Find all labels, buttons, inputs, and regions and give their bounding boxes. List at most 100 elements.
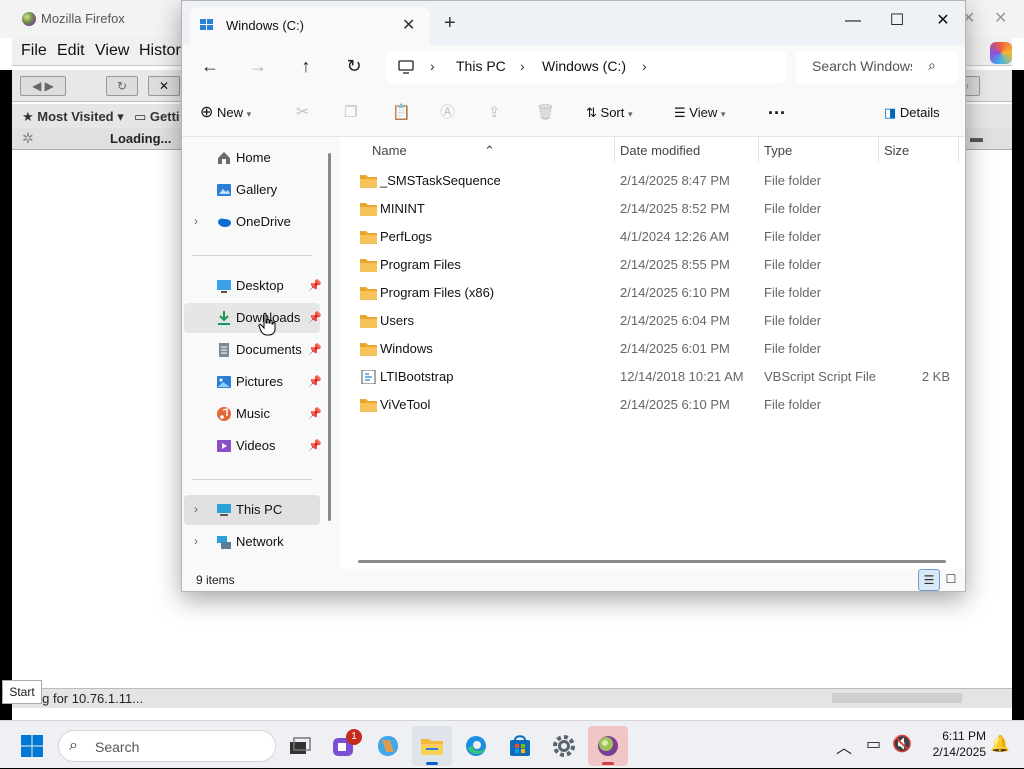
details-view-icon[interactable]: ☰ (918, 569, 940, 591)
file-row[interactable]: Program Files 2/14/2025 8:55 PM File folde… (350, 251, 962, 279)
new-tab-icon[interactable]: + (444, 13, 456, 33)
breadcrumb-windows-c[interactable]: Windows (C:) (542, 58, 626, 74)
script-file-icon (361, 370, 376, 384)
nav-item-downloads[interactable]: Downloads 📌 (184, 303, 322, 333)
more-options-icon[interactable]: ··· (768, 101, 786, 125)
file-row[interactable]: Users 2/14/2025 6:04 PM File folder (350, 307, 962, 335)
chevron-right-icon: › (520, 58, 525, 74)
pin-icon[interactable]: 📌 (308, 407, 322, 420)
view-button[interactable]: ☰ View ▾ (674, 101, 725, 125)
stop-icon[interactable]: ✕ (148, 76, 180, 96)
network-status-icon[interactable]: ▭ (866, 734, 881, 754)
nav-item-pictures[interactable]: Pictures 📌 (184, 367, 322, 397)
edge-icon[interactable] (456, 726, 496, 766)
downloads-icon (218, 311, 230, 325)
search-input[interactable]: Search Windows (C:) ⌕ (796, 51, 958, 83)
file-row[interactable]: _SMSTaskSequence 2/14/2025 8:47 PM File fo… (350, 167, 962, 195)
chevron-down-icon: ▾ (628, 109, 633, 119)
pin-icon[interactable]: 📌 (308, 375, 322, 388)
firefox-taskbar-icon[interactable] (588, 726, 628, 766)
file-row[interactable]: Windows 2/14/2025 6:01 PM File folder (350, 335, 962, 363)
tab-close-icon[interactable]: ✕ (402, 15, 415, 35)
column-date[interactable]: Date modified (620, 143, 700, 158)
bookmark-getting-started[interactable]: ▭ Getti (134, 109, 180, 125)
file-type: File folder (764, 397, 822, 412)
forward-icon[interactable]: → (246, 55, 270, 79)
new-button[interactable]: ⊕ New ▾ (200, 101, 251, 125)
videos-icon (217, 440, 231, 452)
firefox-tab-label[interactable]: Loading... (110, 131, 171, 146)
nav-item-videos[interactable]: Videos 📌 (184, 431, 322, 461)
delete-icon[interactable]: 🗑 (536, 101, 555, 125)
reload-icon[interactable]: ↻ (106, 76, 138, 96)
chevron-right-icon[interactable]: › (194, 502, 198, 516)
back-icon[interactable]: ← (198, 55, 222, 79)
teams-chat-icon[interactable]: 1 (324, 726, 364, 766)
task-view-icon[interactable] (280, 726, 320, 766)
tiles-view-icon[interactable]: ☐ (940, 569, 962, 591)
column-size[interactable]: Size (884, 143, 909, 158)
column-name[interactable]: Name (372, 143, 407, 158)
volume-muted-icon[interactable]: 🔇 (892, 734, 912, 754)
refresh-icon[interactable]: ↻ (342, 55, 366, 79)
chevron-right-icon[interactable]: › (194, 534, 198, 548)
pin-icon[interactable]: 📌 (308, 439, 322, 452)
column-type[interactable]: Type (764, 143, 792, 158)
menu-view[interactable]: View (95, 42, 129, 60)
firefox-close-icon-2[interactable]: ✕ (994, 8, 1007, 28)
file-row[interactable]: LTIBootstrap 12/14/2018 10:21 AM VBScript … (350, 363, 962, 391)
status-scroll[interactable] (832, 693, 962, 703)
nav-item-network[interactable]: › Network (184, 527, 320, 557)
chevron-right-icon[interactable]: › (642, 58, 647, 74)
file-row[interactable]: PerfLogs 4/1/2024 12:26 AM File folder (350, 223, 962, 251)
share-icon[interactable]: ⇪ (488, 101, 501, 125)
tab-list-icon[interactable]: ▬ (970, 130, 983, 145)
nav-item-onedrive[interactable]: › OneDrive (184, 207, 320, 237)
nav-item-gallery[interactable]: Gallery (184, 175, 320, 205)
rename-icon[interactable]: Ⓐ (440, 101, 455, 125)
file-row[interactable]: Program Files (x86) 2/14/2025 6:10 PM File… (350, 279, 962, 307)
nav-item-desktop[interactable]: Desktop 📌 (184, 271, 322, 301)
explorer-tab[interactable]: Windows (C:) ✕ (190, 7, 430, 45)
copy-icon[interactable]: ❐ (344, 101, 357, 125)
search-icon[interactable]: ⌕ (928, 57, 936, 74)
chevron-right-icon[interactable]: › (194, 214, 198, 228)
file-row[interactable]: MININT 2/14/2025 8:52 PM File folder (350, 195, 962, 223)
windows-start-icon[interactable] (20, 734, 44, 758)
nav-item-music[interactable]: Music 📌 (184, 399, 322, 429)
nav-scrollbar[interactable] (328, 153, 331, 521)
menu-history[interactable]: Histor (139, 42, 181, 60)
up-icon[interactable]: ↑ (294, 55, 318, 79)
nav-item-documents[interactable]: Documents 📌 (184, 335, 322, 365)
settings-gear-icon[interactable] (544, 726, 584, 766)
store-icon[interactable] (500, 726, 540, 766)
pin-icon[interactable]: 📌 (308, 343, 322, 356)
nav-item-this-pc[interactable]: › This PC (184, 495, 320, 525)
file-date: 2/14/2025 8:47 PM (620, 173, 730, 188)
menu-edit[interactable]: Edit (57, 42, 85, 60)
paste-icon[interactable]: 📋 (392, 101, 411, 125)
file-explorer-taskbar-icon[interactable] (412, 726, 452, 766)
details-button[interactable]: ◨ Details (884, 101, 940, 125)
taskbar-search[interactable]: ⌕ Search (58, 730, 276, 762)
copilot-taskbar-icon[interactable] (368, 726, 408, 766)
minimize-icon[interactable]: — (830, 7, 876, 37)
bookmark-most-visited[interactable]: ★ Most Visited ▾ (22, 109, 124, 125)
file-row[interactable]: ViVeTool 2/14/2025 6:10 PM File folder (350, 391, 962, 419)
maximize-icon[interactable]: ☐ (874, 7, 920, 37)
menu-file[interactable]: File (21, 42, 47, 60)
pin-icon[interactable]: 📌 (308, 279, 322, 292)
notification-bell-icon[interactable]: 🔔 (990, 734, 1010, 754)
close-icon[interactable]: ✕ (920, 7, 966, 37)
cut-icon[interactable]: ✂ (296, 101, 309, 125)
sort-button[interactable]: ⇅ Sort ▾ (586, 101, 633, 125)
nav-item-home[interactable]: Home (184, 143, 320, 173)
back-forward-button[interactable]: ◀ ▶ (20, 76, 66, 96)
copilot-icon[interactable] (990, 42, 1012, 64)
pin-icon[interactable]: 📌 (308, 311, 322, 324)
system-clock[interactable]: 6:11 PM 2/14/2025 (916, 728, 986, 760)
horizontal-scrollbar[interactable] (358, 560, 946, 563)
breadcrumb-this-pc[interactable]: This PC (456, 58, 506, 74)
address-bar[interactable]: › This PC › Windows (C:) › (386, 51, 786, 83)
chevron-up-icon[interactable]: ︿ (836, 734, 852, 758)
